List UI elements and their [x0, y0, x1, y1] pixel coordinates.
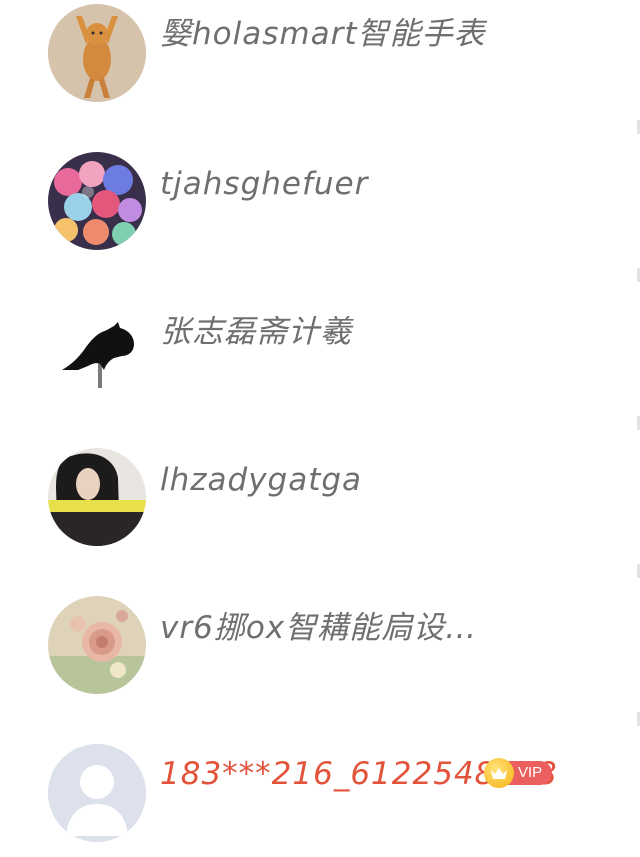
user-name: tjahsghefuer	[160, 166, 369, 202]
avatar-girl-photo	[48, 448, 146, 546]
user-row[interactable]: 张志磊斋计羲	[0, 296, 640, 444]
avatar-rose-photo	[48, 596, 146, 694]
balloons-icon	[48, 152, 146, 250]
cat-silhouette-icon	[48, 300, 146, 398]
follower-list: 嫛holasmart智能手表 tjahsghefuer 张志磊斋计羲 lhzad…	[0, 0, 640, 857]
rose-photo-icon	[48, 596, 146, 694]
cat-icon	[48, 4, 146, 102]
user-row[interactable]: 嫛holasmart智能手表	[0, 0, 640, 148]
avatar-balloons-photo	[48, 152, 146, 250]
user-row[interactable]: vr6挪ox智耩能扃设…	[0, 592, 640, 740]
user-name: 嫛holasmart智能手表	[160, 16, 486, 52]
avatar-default-person	[48, 744, 146, 842]
default-person-icon	[48, 744, 146, 842]
vip-badge: VIP	[484, 758, 553, 788]
user-row[interactable]: 183***216_6122548198 VIP	[0, 740, 640, 857]
user-name: vr6挪ox智耩能扃设…	[160, 610, 478, 646]
crown-icon	[484, 758, 514, 788]
avatar-cat-photo	[48, 4, 146, 102]
girl-photo-icon	[48, 448, 146, 546]
user-row[interactable]: lhzadygatga	[0, 444, 640, 592]
avatar-cat-silhouette	[48, 300, 146, 398]
user-name: lhzadygatga	[160, 462, 363, 498]
user-name: 张志磊斋计羲	[160, 314, 352, 350]
user-row[interactable]: tjahsghefuer	[0, 148, 640, 296]
